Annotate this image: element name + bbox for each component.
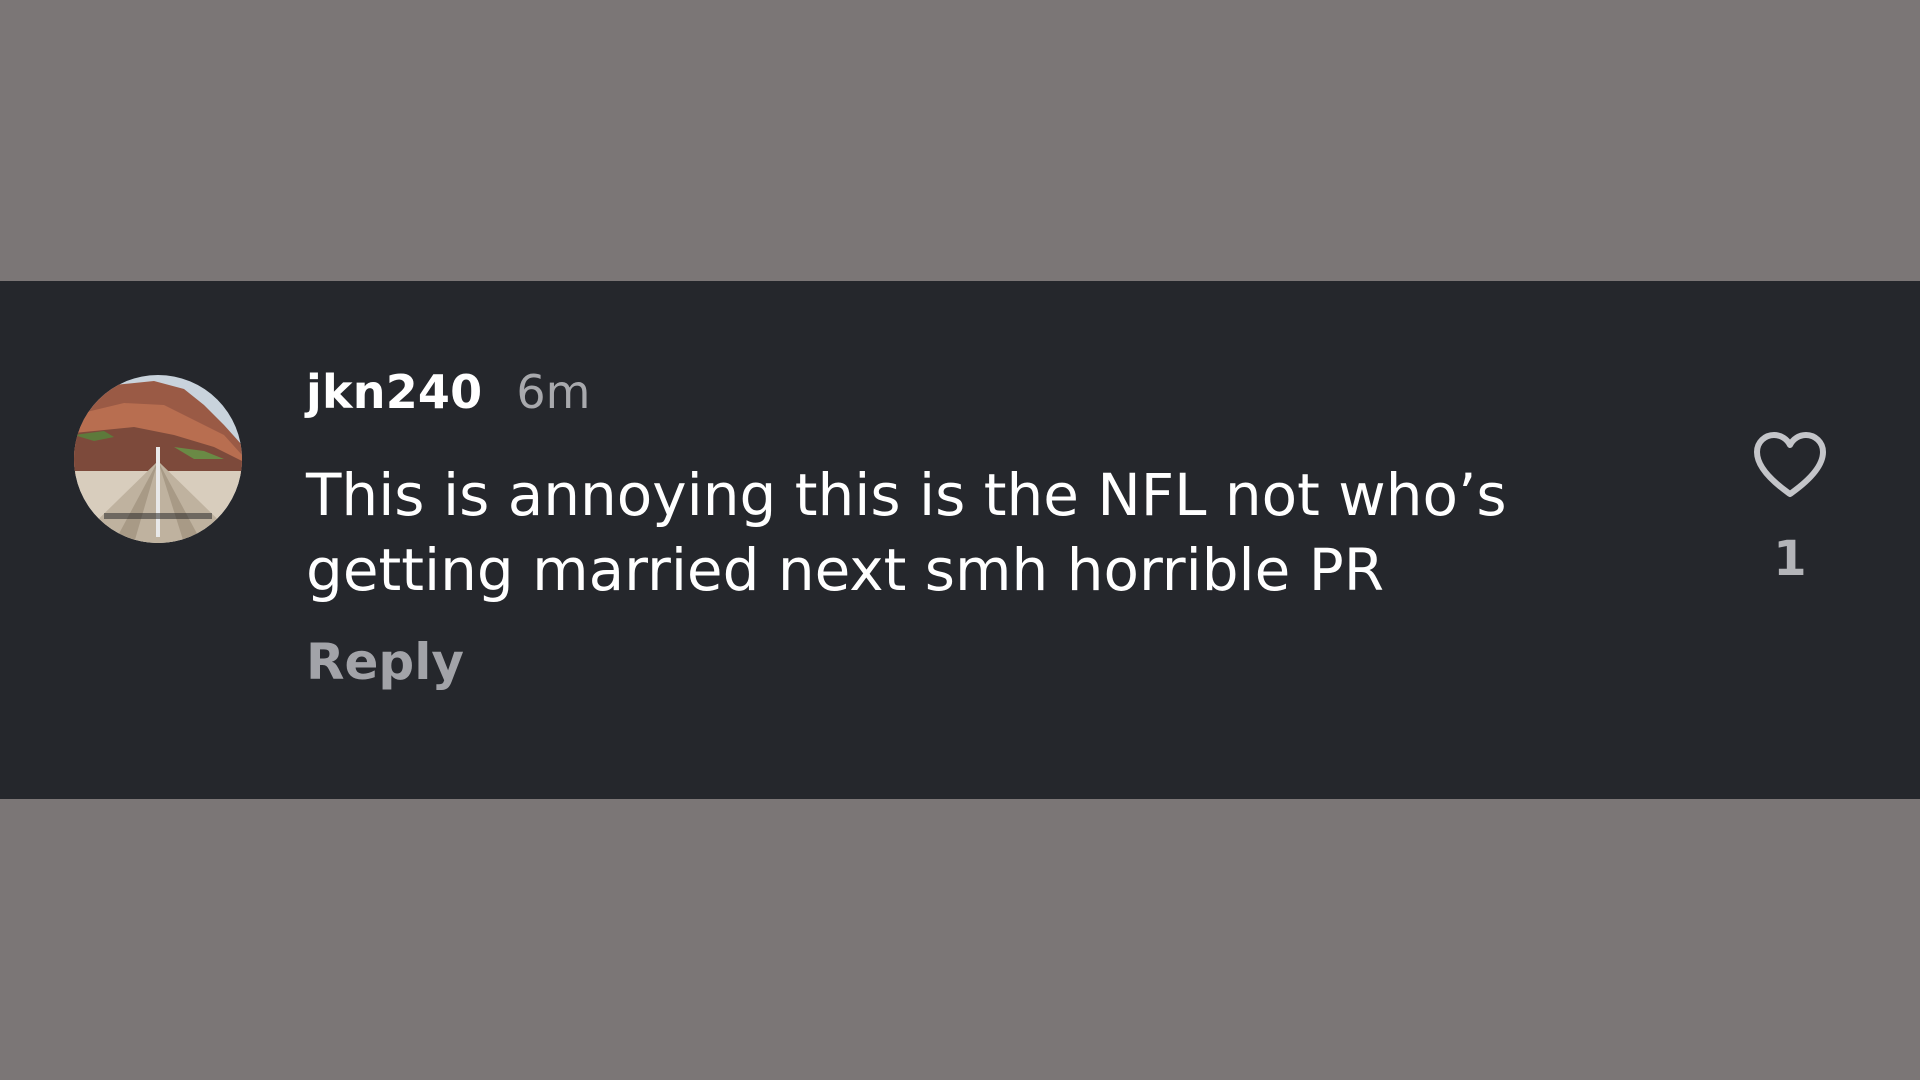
avatar[interactable] bbox=[74, 375, 242, 543]
comment-header: jkn240 6m bbox=[306, 365, 590, 419]
username[interactable]: jkn240 bbox=[306, 365, 482, 419]
reply-button[interactable]: Reply bbox=[306, 633, 464, 691]
comment-card: jkn240 6m This is annoying this is the N… bbox=[0, 281, 1920, 799]
like-count: 1 bbox=[1773, 531, 1807, 587]
comment-text: This is annoying this is the NFL not who… bbox=[306, 461, 1507, 604]
timestamp: 6m bbox=[516, 365, 591, 419]
like-button[interactable] bbox=[1752, 431, 1828, 499]
avatar-photo bbox=[74, 375, 242, 543]
heart-outline-icon bbox=[1754, 432, 1826, 497]
